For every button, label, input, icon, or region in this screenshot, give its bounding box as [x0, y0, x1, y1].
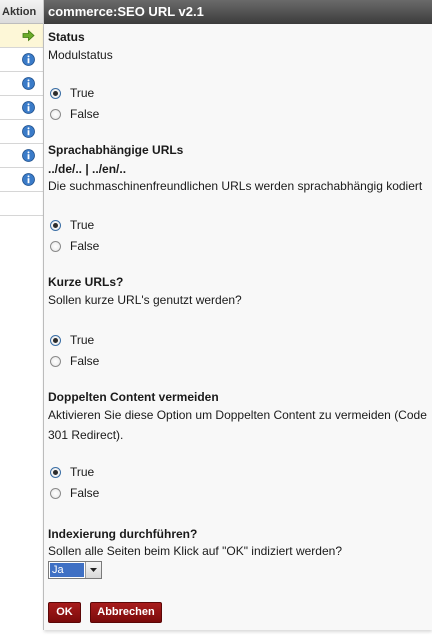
info-icon[interactable]: [22, 77, 35, 90]
ok-button[interactable]: OK: [48, 602, 81, 623]
radio-button[interactable]: [50, 487, 61, 499]
radio-button-checked[interactable]: [50, 219, 61, 231]
panel-title: commerce:SEO URL v2.1: [44, 0, 432, 24]
select-value: Ja: [50, 563, 84, 577]
action-row[interactable]: [0, 144, 43, 168]
option-label: False: [70, 239, 100, 253]
action-row[interactable]: [0, 48, 43, 72]
section-description: Die suchmaschinenfreundlichen URLs werde…: [48, 179, 423, 193]
section-description: Modulstatus: [48, 48, 113, 62]
status-true-option[interactable]: True: [50, 85, 94, 101]
section-title-short-urls: Kurze URLs?: [48, 275, 124, 289]
panel-body: Status Modulstatus True False Sprachabhä…: [44, 24, 432, 630]
radio-button[interactable]: [50, 355, 61, 367]
info-icon[interactable]: [22, 101, 35, 114]
duplicate-content-true-option[interactable]: True: [50, 464, 94, 480]
short-urls-true-option[interactable]: True: [50, 332, 94, 348]
radio-button-checked[interactable]: [50, 466, 61, 478]
option-label: False: [70, 107, 100, 121]
action-row[interactable]: [0, 168, 43, 192]
info-icon[interactable]: [22, 173, 35, 186]
option-label: True: [70, 86, 95, 100]
action-row[interactable]: [0, 72, 43, 96]
section-title-language-urls: Sprachabhängige URLs: [48, 143, 184, 157]
radio-button[interactable]: [50, 108, 61, 120]
info-icon[interactable]: [22, 53, 35, 66]
option-label: True: [70, 465, 95, 479]
section-description: 301 Redirect).: [48, 428, 124, 442]
action-row[interactable]: [0, 24, 43, 48]
action-column: Aktion: [0, 0, 43, 636]
cancel-button[interactable]: Abbrechen: [90, 602, 162, 623]
module-config-panel: commerce:SEO URL v2.1 Status Modulstatus…: [43, 0, 432, 630]
language-urls-false-option[interactable]: False: [50, 238, 99, 254]
section-description: Aktivieren Sie diese Option um Doppelten…: [48, 408, 427, 422]
radio-button-checked[interactable]: [50, 334, 61, 346]
action-column-header: Aktion: [0, 0, 43, 24]
status-false-option[interactable]: False: [50, 106, 99, 122]
section-description: Sollen alle Seiten beim Klick auf "OK" i…: [48, 544, 342, 558]
language-urls-true-option[interactable]: True: [50, 217, 94, 233]
option-label: False: [70, 486, 100, 500]
info-icon[interactable]: [22, 125, 35, 138]
section-description: Sollen kurze URL's genutzt werden?: [48, 293, 242, 307]
option-label: True: [70, 218, 95, 232]
section-title-indexing: Indexierung durchführen?: [48, 527, 198, 541]
section-title-status: Status: [48, 30, 85, 44]
action-row-empty: [0, 192, 43, 216]
option-label: True: [70, 333, 95, 347]
action-row[interactable]: [0, 96, 43, 120]
duplicate-content-false-option[interactable]: False: [50, 485, 99, 501]
short-urls-false-option[interactable]: False: [50, 353, 99, 369]
radio-button[interactable]: [50, 240, 61, 252]
chevron-down-icon[interactable]: [85, 562, 101, 578]
arrow-right-icon[interactable]: [22, 29, 35, 42]
info-icon[interactable]: [22, 149, 35, 162]
option-label: False: [70, 354, 100, 368]
section-title-duplicate-content: Doppelten Content vermeiden: [48, 390, 219, 404]
radio-button-checked[interactable]: [50, 87, 61, 99]
action-row[interactable]: [0, 120, 43, 144]
indexing-select[interactable]: Ja: [48, 561, 102, 579]
